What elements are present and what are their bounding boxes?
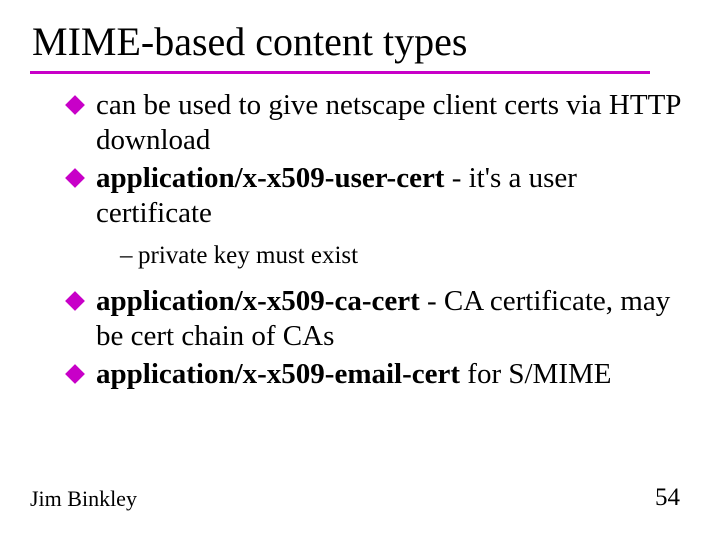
diamond-icon bbox=[65, 168, 85, 188]
bullet-item: application/x-x509-user-cert - it's a us… bbox=[96, 161, 690, 232]
slide-title: MIME-based content types bbox=[32, 18, 690, 65]
footer-page-number: 54 bbox=[655, 484, 680, 512]
bullet-item: application/x-x509-ca-cert - CA certific… bbox=[96, 284, 690, 355]
slide-content: can be used to give netscape client cert… bbox=[30, 88, 690, 392]
bullet-bold: application/x-x509-email-cert bbox=[96, 358, 460, 390]
bullet-text: for S/MIME bbox=[460, 358, 611, 390]
bullet-bold: application/x-x509-ca-cert bbox=[96, 285, 420, 317]
footer-author: Jim Binkley bbox=[30, 486, 137, 512]
diamond-icon bbox=[65, 95, 85, 115]
bullet-item: application/x-x509-email-cert for S/MIME bbox=[96, 357, 690, 392]
bullet-bold: application/x-x509-user-cert bbox=[96, 162, 444, 194]
diamond-icon bbox=[65, 364, 85, 384]
slide: MIME-based content types can be used to … bbox=[0, 0, 720, 392]
diamond-icon bbox=[65, 291, 85, 311]
title-underline bbox=[30, 71, 650, 74]
sub-bullet-item: private key must exist bbox=[120, 240, 690, 273]
bullet-item: can be used to give netscape client cert… bbox=[96, 88, 690, 159]
sub-bullet-text: private key must exist bbox=[138, 242, 358, 269]
bullet-text: can be used to give netscape client cert… bbox=[96, 89, 680, 156]
